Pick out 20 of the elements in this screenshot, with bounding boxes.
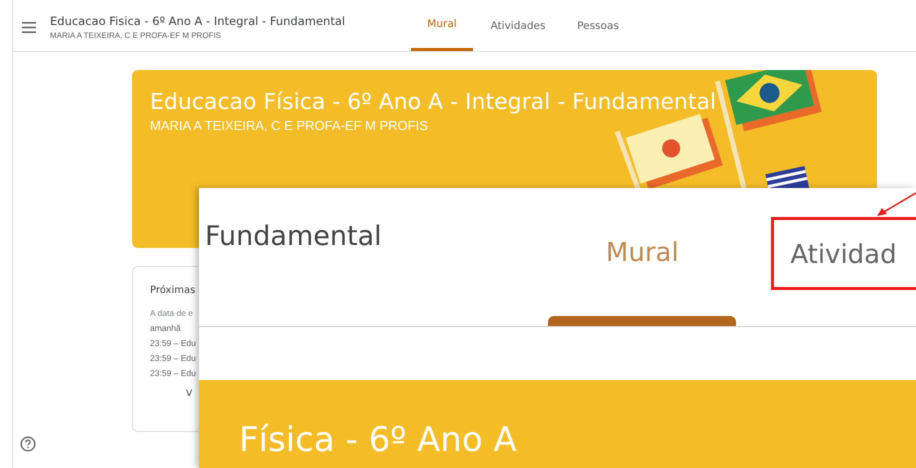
card-text: 23:59 – Edu: [150, 352, 197, 365]
card-text: amanhã: [150, 322, 182, 335]
banner-title: Educacao Física - 6º Ano A - Integral - Fundamental: [150, 90, 718, 115]
zoomed-banner-title: Física - 6º Ano A: [239, 422, 518, 458]
zoomed-title: Fundamental: [205, 221, 383, 254]
card-text: A data de e: [150, 307, 194, 320]
card-text: 23:59 – Edu: [150, 337, 197, 350]
class-title: Educacao Fisica - 6º Ano A - Integral - Fundamental: [50, 14, 346, 28]
card-title: Próximas: [150, 285, 196, 296]
nav-tab[interactable]: Mural: [411, 0, 473, 51]
help-icon[interactable]: [20, 436, 36, 452]
view-link[interactable]: V: [186, 389, 192, 399]
nav-tab[interactable]: Atividades: [483, 0, 553, 51]
zoomed-tab[interactable]: Atividad: [790, 240, 897, 270]
nav-tab[interactable]: Pessoas: [563, 0, 633, 51]
banner-subtitle: MARIA A TEIXEIRA, C E PROFA-EF M PROFIS: [150, 118, 429, 133]
pointer-arrow: [877, 192, 916, 216]
menu-icon[interactable]: [22, 22, 36, 33]
class-subtitle: MARIA A TEIXEIRA, C E PROFA-EF M PROFIS: [50, 31, 222, 40]
card-text: 23:59 – Edu: [150, 367, 197, 380]
